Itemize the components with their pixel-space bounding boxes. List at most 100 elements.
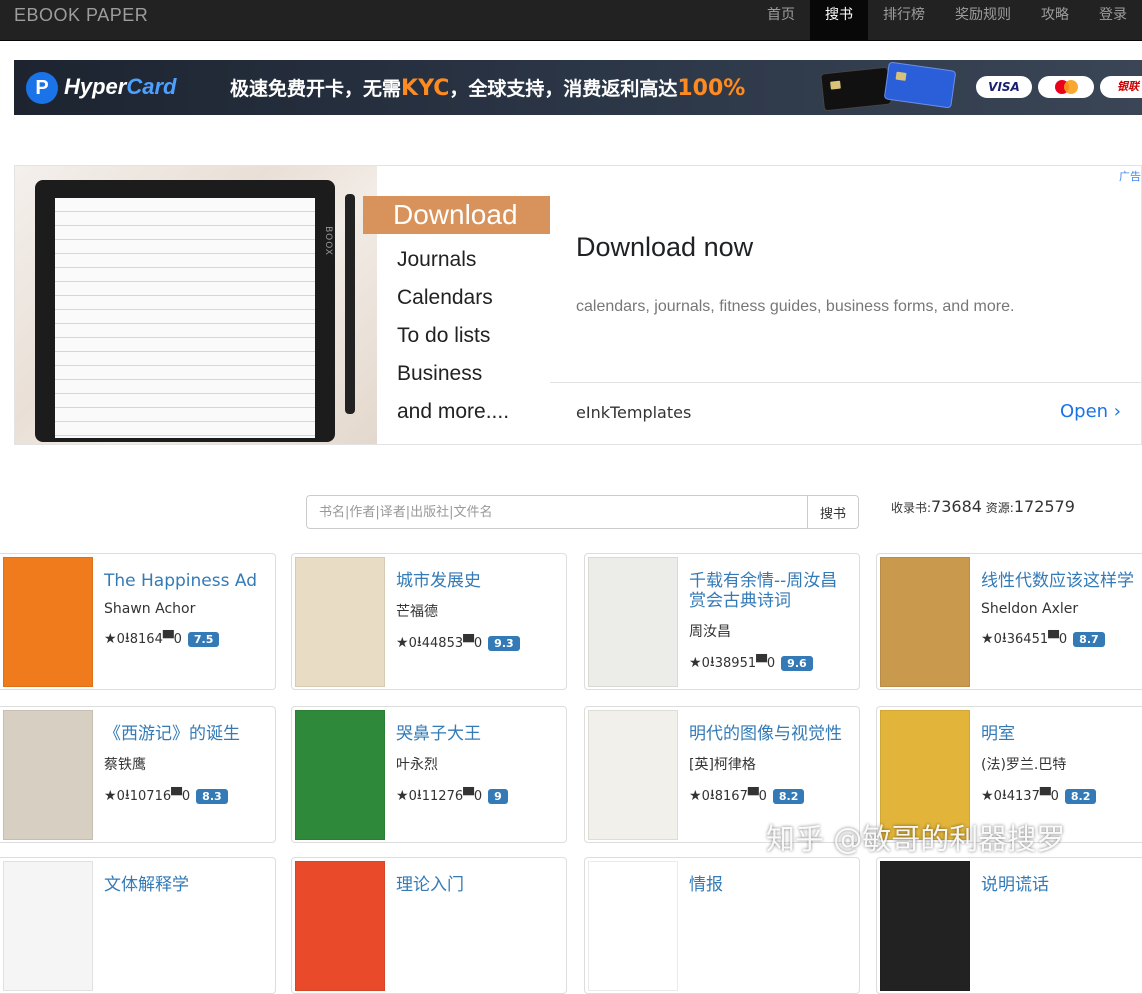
nav-item-home[interactable]: 首页 [752, 0, 810, 40]
book-title-link[interactable]: 文体解释学 [104, 875, 267, 895]
chevron-right-icon: › [1113, 401, 1121, 422]
star-count: 0 [701, 655, 710, 671]
star-icon[interactable]: ★ [396, 788, 409, 804]
ad-menu-item: Business [397, 362, 483, 385]
book-title-link[interactable]: 线性代数应该这样学 [981, 571, 1142, 591]
star-icon[interactable]: ★ [981, 631, 994, 647]
star-count: 0 [701, 788, 710, 804]
star-icon[interactable]: ★ [689, 788, 702, 804]
rating-badge: 9 [488, 788, 508, 804]
book-title-link[interactable]: 说明谎话 [981, 875, 1142, 895]
book-meta: ★ 0 ⭳ 44853 ▀ 0 9.3 [396, 631, 558, 655]
book-card[interactable]: 文体解释学 [0, 857, 276, 994]
book-title-link[interactable]: 千载有余情--周汝昌赏会古典诗词 [689, 571, 851, 611]
book-cover-image[interactable] [880, 861, 970, 991]
star-count: 0 [993, 788, 1002, 804]
books-count-label: 收录书: [891, 501, 932, 515]
nav-item-reward-rules[interactable]: 奖励规则 [940, 0, 1026, 40]
book-title-link[interactable]: 理论入门 [396, 875, 558, 895]
star-count: 0 [408, 635, 417, 651]
ad-badge[interactable]: 广告 [1119, 168, 1141, 184]
book-cover-image[interactable] [295, 861, 385, 991]
comment-icon[interactable]: ▀ [756, 655, 767, 671]
book-info: 说明谎话 [981, 875, 1142, 895]
ad-footer: eInkTemplates Open › [550, 382, 1141, 444]
nav-item-rankings[interactable]: 排行榜 [868, 0, 940, 40]
nav-menu: 首页 搜书 排行榜 奖励规则 攻略 登录 [752, 0, 1142, 40]
book-info: 城市发展史 芒福德 ★ 0 ⭳ 44853 ▀ 0 9.3 [396, 571, 558, 655]
eink-tablet-image [35, 180, 335, 442]
search-button[interactable]: 搜书 [808, 495, 859, 529]
book-title-link[interactable]: 明代的图像与视觉性 [689, 724, 851, 744]
book-title-link[interactable]: 明室 [981, 724, 1142, 744]
search-input[interactable] [306, 495, 808, 529]
book-title-link[interactable]: 哭鼻子大王 [396, 724, 558, 744]
book-cover-image[interactable] [3, 557, 93, 687]
book-card[interactable]: 情报 [584, 857, 860, 994]
ad-feature-list: Download Journals Calendars To do lists … [363, 166, 550, 444]
star-count: 0 [116, 788, 125, 804]
comment-icon[interactable]: ▀ [463, 635, 474, 651]
book-card[interactable]: 城市发展史 芒福德 ★ 0 ⭳ 44853 ▀ 0 9.3 [291, 553, 567, 690]
star-icon[interactable]: ★ [104, 631, 117, 647]
comment-icon[interactable]: ▀ [171, 788, 182, 804]
book-title-link[interactable]: 城市发展史 [396, 571, 558, 591]
download-count: 8164 [129, 631, 163, 647]
comment-count: 0 [758, 788, 767, 804]
book-card[interactable]: 《西游记》的诞生 蔡铁鹰 ★ 0 ⭳ 10716 ▀ 0 8.3 [0, 706, 276, 843]
book-author: Shawn Achor [104, 601, 196, 617]
star-icon[interactable]: ★ [981, 788, 994, 804]
comment-count: 0 [1050, 788, 1059, 804]
book-info: 文体解释学 [104, 875, 267, 895]
eink-templates-ad[interactable]: BOOX Download Journals Calendars To do l… [14, 165, 1142, 445]
comment-icon[interactable]: ▀ [1048, 631, 1059, 647]
comment-count: 0 [473, 788, 483, 804]
stylus-pen-image [345, 194, 355, 414]
ad-open-label: Open [1059, 401, 1109, 422]
slogan-kyc: KYC [401, 76, 450, 101]
book-cover-image[interactable] [588, 710, 678, 840]
ad-open-button[interactable]: Open › [1060, 401, 1121, 422]
star-icon[interactable]: ★ [689, 655, 702, 671]
nav-item-guide[interactable]: 攻略 [1026, 0, 1084, 40]
comment-icon[interactable]: ▀ [1040, 788, 1051, 804]
book-cover-image[interactable] [880, 557, 970, 687]
hypercard-logo-text: HyperCard [64, 74, 176, 100]
ad-menu-item: and more.... [397, 400, 510, 423]
credit-card-black-image [820, 66, 892, 112]
book-author: 蔡铁鹰 [104, 757, 146, 773]
site-brand[interactable]: EBOOK PAPER [14, 5, 148, 26]
mastercard-yellow-circle [1064, 80, 1078, 94]
comment-icon[interactable]: ▀ [463, 788, 474, 804]
credit-card-blue-image [883, 61, 957, 109]
star-icon[interactable]: ★ [396, 635, 409, 651]
book-title-link[interactable]: The Happiness Ad [104, 571, 267, 591]
book-cover-image[interactable] [588, 557, 678, 687]
nav-item-search-books[interactable]: 搜书 [810, 0, 868, 40]
book-card[interactable]: The Happiness Ad Shawn Achor ★ 0 ⭳ 8164 ▀ 0 7.5 [0, 553, 276, 690]
book-card[interactable]: 千载有余情--周汝昌赏会古典诗词 周汝昌 ★ 0 ⭳ 38951 ▀ 0 9.6 [584, 553, 860, 690]
ad-title[interactable]: Download now [576, 232, 753, 263]
book-title-link[interactable]: 《西游记》的诞生 [104, 724, 267, 744]
rating-badge: 8.3 [196, 788, 228, 804]
book-card[interactable]: 线性代数应该这样学 Sheldon Axler ★ 0 ⭳ 36451 ▀ 0 8.7 [876, 553, 1142, 690]
book-cover-image[interactable] [295, 557, 385, 687]
comment-icon[interactable]: ▀ [163, 631, 174, 647]
book-cover-image[interactable] [3, 710, 93, 840]
book-cover-image[interactable] [295, 710, 385, 840]
comment-icon[interactable]: ▀ [748, 788, 759, 804]
book-cover-image[interactable] [3, 861, 93, 991]
ad-text-panel: 广告 Download now calendars, journals, fit… [550, 166, 1141, 444]
book-cover-image[interactable] [588, 861, 678, 991]
rating-badge: 9.6 [781, 655, 813, 671]
book-card[interactable]: 理论入门 [291, 857, 567, 994]
book-title-link[interactable]: 情报 [689, 875, 851, 895]
slogan-part-b: ，全球支持，消费返利高达 [449, 78, 678, 100]
hypercard-banner-ad[interactable]: P HyperCard 极速免费开卡，无需KYC，全球支持，消费返利高达100%… [14, 60, 1142, 115]
star-icon[interactable]: ★ [104, 788, 117, 804]
slogan-percent: 100% [677, 76, 746, 101]
card-chip-icon [895, 71, 907, 81]
book-card[interactable]: 说明谎话 [876, 857, 1142, 994]
book-card[interactable]: 哭鼻子大王 叶永烈 ★ 0 ⭳ 11276 ▀ 0 9 [291, 706, 567, 843]
nav-item-login[interactable]: 登录 [1084, 0, 1142, 40]
